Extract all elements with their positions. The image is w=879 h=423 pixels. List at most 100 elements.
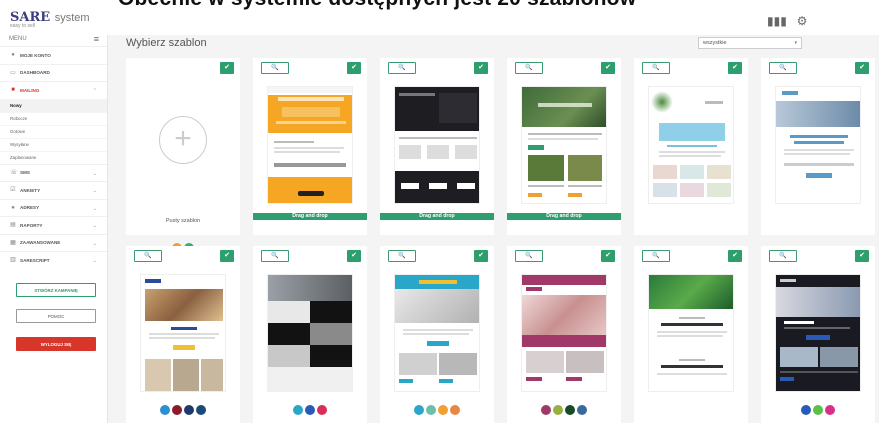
template-card-laptop[interactable]: 🔍 ✔ — [380, 246, 494, 423]
chevron-down-icon: ▾ — [794, 40, 797, 46]
help-button[interactable]: POMOC — [16, 309, 96, 323]
chevron-down-icon: ⌄ — [92, 223, 97, 229]
template-card-dark-newsletter[interactable]: 🔍 ✔ Drag and drop — [380, 58, 494, 235]
gear-icon[interactable]: ⚙ — [795, 14, 809, 28]
drag-drop-label: Drag and drop — [253, 213, 367, 220]
color-swatch[interactable] — [293, 405, 303, 415]
settings-icon: ▦ — [10, 239, 16, 246]
color-swatch[interactable] — [541, 405, 551, 415]
sidebar-item-dashboard[interactable]: ▭ DASHBOARD — [0, 63, 107, 82]
select-check-button[interactable]: ✔ — [601, 250, 615, 262]
create-campaign-button[interactable]: STWÓRZ KAMPANIĘ — [16, 283, 96, 297]
template-card-interior[interactable]: 🔍 ✔ — [253, 246, 367, 423]
chevron-down-icon: ⌄ — [92, 258, 97, 264]
chevron-down-icon: ⌄ — [92, 205, 97, 212]
logout-button[interactable]: WYLOGUJ SIĘ — [16, 337, 96, 351]
color-swatch[interactable] — [553, 405, 563, 415]
select-check-button[interactable]: ✔ — [728, 62, 742, 74]
color-swatch[interactable] — [184, 405, 194, 415]
search-icon[interactable]: 🔍 — [515, 62, 543, 74]
search-icon[interactable]: 🔍 — [261, 62, 289, 74]
submenu-item-wysylane[interactable]: Wysyłane — [0, 137, 107, 151]
template-card-empty[interactable]: ✔ + Pusty szablon — [126, 58, 240, 253]
template-card-shopping[interactable]: 🔍 ✔ — [507, 246, 621, 423]
sidebar-item-moje-konto[interactable]: ● MOJE KONTO — [0, 46, 107, 64]
menu-label: MENU — [9, 36, 27, 42]
sidebar-item-raporty[interactable]: ▤ RAPORTY ⌄ — [0, 216, 107, 234]
select-check-button[interactable]: ✔ — [855, 250, 869, 262]
select-check-button[interactable]: ✔ — [347, 250, 361, 262]
color-swatch[interactable] — [450, 405, 460, 415]
select-check-button[interactable]: ✔ — [220, 250, 234, 262]
grid-icon[interactable]: ▮▮▮ — [767, 14, 787, 28]
color-swatch[interactable] — [317, 405, 327, 415]
color-swatch[interactable] — [172, 405, 182, 415]
category-filter-select[interactable]: wszystkie ▾ — [698, 37, 802, 49]
select-check-button[interactable]: ✔ — [474, 250, 488, 262]
plus-icon[interactable]: + — [159, 116, 207, 164]
template-card-tech[interactable]: 🔍 ✔ — [761, 246, 875, 423]
template-card-countdown[interactable]: 🔍 ✔ Drag and drop — [253, 58, 367, 235]
template-card-gifts[interactable]: 🔍 ✔ — [126, 246, 240, 423]
drag-drop-label: Drag and drop — [380, 213, 494, 220]
search-icon[interactable]: 🔍 — [769, 250, 797, 262]
chevron-down-icon: ⌄ — [92, 188, 97, 194]
sidebar-item-mailing[interactable]: ■ MAILING ⌃ — [0, 81, 107, 99]
search-icon[interactable]: 🔍 — [261, 250, 289, 262]
mailing-submenu: Nowy Robocze Gotowe Wysyłane Zaplanowane — [0, 98, 107, 164]
template-thumbnail — [521, 274, 607, 392]
hamburger-icon[interactable]: ≡ — [94, 34, 99, 44]
sidebar-item-ankiety[interactable]: ☑ ANKIETY ⌄ — [0, 181, 107, 199]
color-swatch[interactable] — [813, 405, 823, 415]
sidebar-item-sms[interactable]: ☏ SMS ⌄ — [0, 163, 107, 182]
template-card-nature[interactable]: 🔍 ✔ Drag and drop — [507, 58, 621, 235]
template-thumbnail — [775, 274, 861, 392]
search-icon[interactable]: 🔍 — [642, 62, 670, 74]
search-icon[interactable]: 🔍 — [388, 250, 416, 262]
template-thumbnail — [648, 86, 734, 204]
color-swatch[interactable] — [305, 405, 315, 415]
color-swatch[interactable] — [577, 405, 587, 415]
select-check-button[interactable]: ✔ — [220, 62, 234, 74]
template-thumbnail — [140, 274, 226, 392]
sidebar-item-adresy[interactable]: ● ADRESY ⌄ — [0, 198, 107, 217]
submenu-item-nowy[interactable]: Nowy — [0, 98, 107, 112]
select-check-button[interactable]: ✔ — [347, 62, 361, 74]
color-swatch[interactable] — [426, 405, 436, 415]
template-card-business[interactable]: 🔍 ✔ — [761, 58, 875, 235]
select-check-button[interactable]: ✔ — [601, 62, 615, 74]
color-swatch[interactable] — [414, 405, 424, 415]
search-icon[interactable]: 🔍 — [642, 250, 670, 262]
select-check-button[interactable]: ✔ — [728, 250, 742, 262]
submenu-item-gotowe[interactable]: Gotowe — [0, 124, 107, 138]
submenu-item-robocze[interactable]: Robocze — [0, 111, 107, 125]
user-icon: ● — [11, 52, 15, 59]
search-icon[interactable]: 🔍 — [388, 62, 416, 74]
color-swatch[interactable] — [565, 405, 575, 415]
color-swatch[interactable] — [196, 405, 206, 415]
sidebar-item-label: SMS — [20, 170, 30, 176]
main-content: Wybierz szablon wszystkie ▾ ✔ + Pusty sz… — [108, 35, 879, 423]
empty-template-label: Pusty szablon — [165, 218, 201, 224]
color-swatch[interactable] — [825, 405, 835, 415]
sidebar-item-sarescript[interactable]: ▥ SARESCRIPT ⌄ — [0, 251, 107, 269]
sidebar-item-label: ADRESY — [20, 205, 40, 211]
search-icon[interactable]: 🔍 — [515, 250, 543, 262]
template-card-leaves[interactable]: 🔍 ✔ — [634, 246, 748, 423]
color-swatches — [761, 405, 875, 415]
sidebar-item-zaawansowane[interactable]: ▦ ZAAWANSOWANE ⌄ — [0, 233, 107, 252]
color-swatches — [380, 405, 494, 415]
sidebar-item-label: ZAAWANSOWANE — [20, 240, 61, 246]
search-icon[interactable]: 🔍 — [769, 62, 797, 74]
template-card-spa[interactable]: 🔍 ✔ — [634, 58, 748, 235]
logo[interactable]: SARE system easy to sell — [10, 10, 90, 29]
select-check-button[interactable]: ✔ — [855, 62, 869, 74]
color-swatch[interactable] — [438, 405, 448, 415]
submenu-item-zaplanowane[interactable]: Zaplanowane — [0, 150, 107, 164]
color-swatch[interactable] — [801, 405, 811, 415]
sidebar-item-label: DASHBOARD — [20, 70, 50, 76]
color-swatches — [126, 405, 240, 415]
search-icon[interactable]: 🔍 — [134, 250, 162, 262]
color-swatch[interactable] — [160, 405, 170, 415]
select-check-button[interactable]: ✔ — [474, 62, 488, 74]
